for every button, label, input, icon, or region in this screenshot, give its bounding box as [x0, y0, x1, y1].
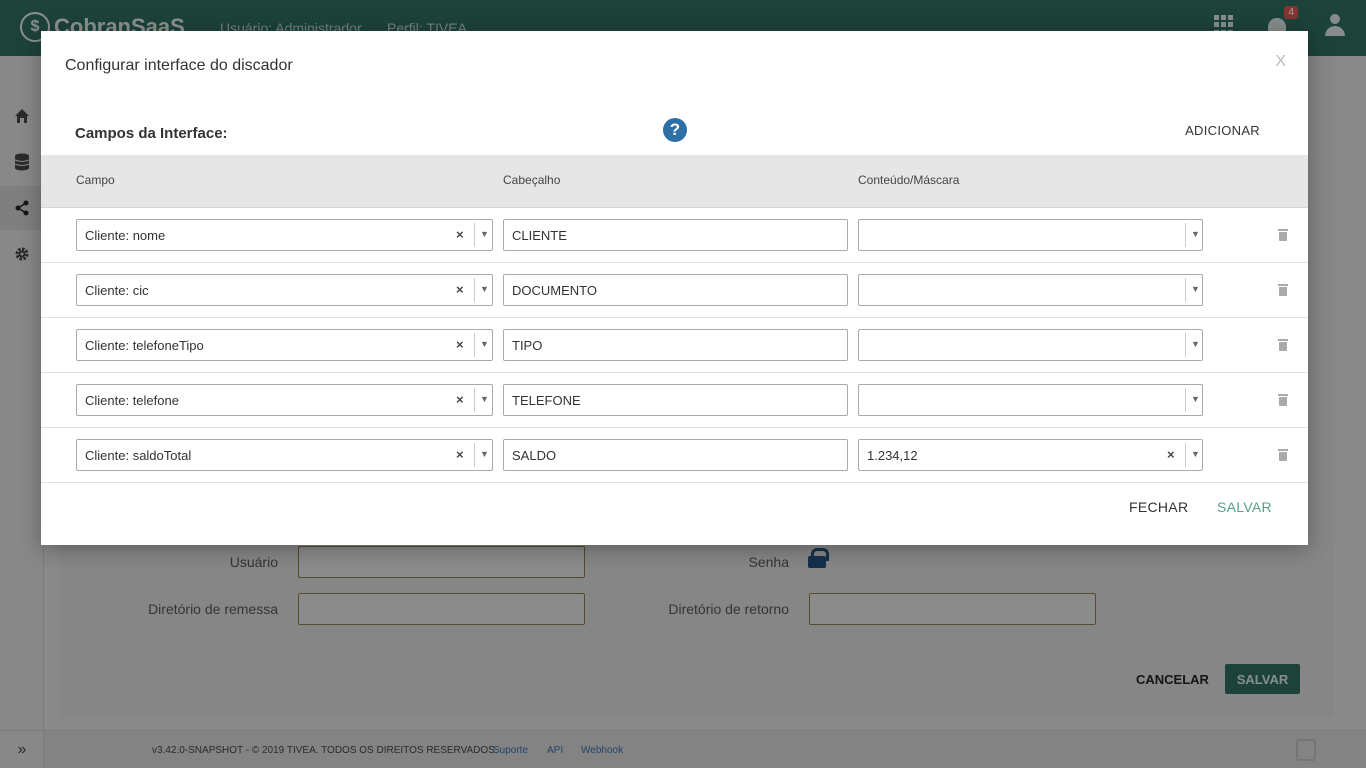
help-icon[interactable]: ? [663, 118, 687, 142]
field-select-value: Cliente: telefoneTipo [85, 338, 204, 353]
chevron-down-icon[interactable]: ▼ [480, 339, 489, 349]
header-input[interactable] [503, 219, 848, 251]
clear-icon[interactable]: × [456, 337, 464, 352]
clear-icon[interactable]: × [456, 227, 464, 242]
field-select[interactable]: Cliente: nome × ▼ [76, 219, 493, 251]
modal-title: Configurar interface do discador [65, 57, 293, 74]
clear-icon[interactable]: × [456, 392, 464, 407]
field-select-value: Cliente: cic [85, 283, 149, 298]
field-select-value: Cliente: saldoTotal [85, 448, 192, 463]
mask-select[interactable]: ▼ [858, 219, 1203, 251]
clear-icon[interactable]: × [456, 447, 464, 462]
chevron-down-icon[interactable]: ▼ [480, 394, 489, 404]
header-input[interactable] [503, 274, 848, 306]
mask-select[interactable]: ▼ [858, 384, 1203, 416]
mask-select[interactable]: ▼ [858, 329, 1203, 361]
chevron-down-icon[interactable]: ▼ [1191, 449, 1200, 459]
chevron-down-icon[interactable]: ▼ [480, 284, 489, 294]
save-button[interactable]: SALVAR [1217, 499, 1272, 515]
trash-icon[interactable] [1278, 229, 1288, 241]
trash-icon[interactable] [1278, 394, 1288, 406]
chevron-down-icon[interactable]: ▼ [1191, 339, 1200, 349]
table-row: Cliente: nome × ▼ ▼ [41, 208, 1308, 263]
table-row: Cliente: telefone × ▼ ▼ [41, 373, 1308, 428]
mask-select[interactable]: 1.234,12 × ▼ [858, 439, 1203, 471]
header-input[interactable] [503, 384, 848, 416]
table-header: Campo Cabeçalho Conteúdo/Máscara [41, 155, 1308, 208]
clear-icon[interactable]: × [1167, 447, 1175, 462]
trash-icon[interactable] [1278, 339, 1288, 351]
trash-icon[interactable] [1278, 449, 1288, 461]
column-header-field: Campo [76, 173, 115, 187]
mask-select-value: 1.234,12 [867, 448, 918, 463]
column-header-mask: Conteúdo/Máscara [858, 173, 960, 187]
field-select[interactable]: Cliente: cic × ▼ [76, 274, 493, 306]
header-input[interactable] [503, 329, 848, 361]
field-select[interactable]: Cliente: telefoneTipo × ▼ [76, 329, 493, 361]
table-row: Cliente: saldoTotal × ▼ 1.234,12 × ▼ [41, 428, 1308, 483]
table-row: Cliente: telefoneTipo × ▼ ▼ [41, 318, 1308, 373]
clear-icon[interactable]: × [456, 282, 464, 297]
field-select[interactable]: Cliente: saldoTotal × ▼ [76, 439, 493, 471]
table-row: Cliente: cic × ▼ ▼ [41, 263, 1308, 318]
chevron-down-icon[interactable]: ▼ [480, 449, 489, 459]
field-select-value: Cliente: nome [85, 228, 166, 243]
header-input[interactable] [503, 439, 848, 471]
chevron-down-icon[interactable]: ▼ [480, 229, 489, 239]
column-header-header: Cabeçalho [503, 173, 561, 187]
section-title: Campos da Interface: [75, 125, 228, 142]
field-select-value: Cliente: telefone [85, 393, 179, 408]
dialer-interface-modal: Configurar interface do discador X Campo… [41, 31, 1308, 545]
chevron-down-icon[interactable]: ▼ [1191, 394, 1200, 404]
chevron-down-icon[interactable]: ▼ [1191, 229, 1200, 239]
close-button[interactable]: FECHAR [1129, 499, 1188, 515]
trash-icon[interactable] [1278, 284, 1288, 296]
field-select[interactable]: Cliente: telefone × ▼ [76, 384, 493, 416]
chevron-down-icon[interactable]: ▼ [1191, 284, 1200, 294]
add-field-button[interactable]: ADICIONAR [1185, 123, 1260, 138]
mask-select[interactable]: ▼ [858, 274, 1203, 306]
close-icon[interactable]: X [1275, 53, 1286, 71]
